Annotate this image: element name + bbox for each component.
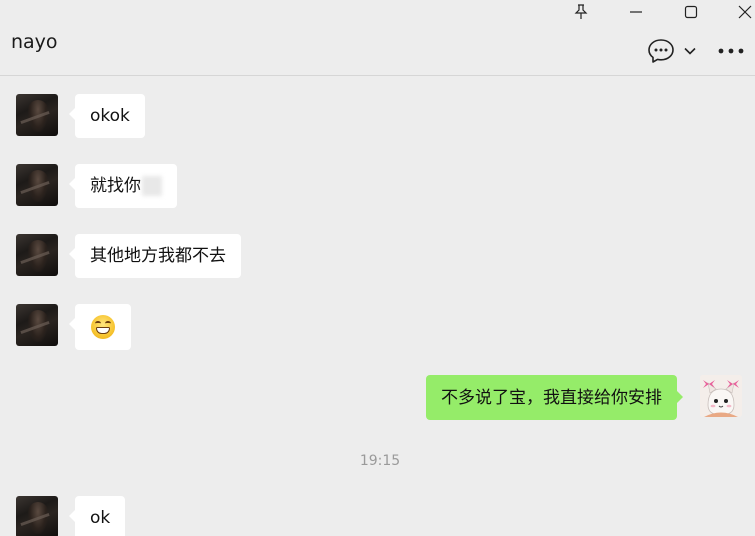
message-bubble[interactable]: 就找你 [69,164,177,208]
close-button[interactable] [734,0,755,24]
chat-dropdown-button[interactable] [680,37,700,65]
chat-info-button[interactable] [645,37,677,65]
contact-avatar[interactable] [16,234,58,276]
contact-avatar[interactable] [16,164,58,206]
chat-window: nayo okok 就找你 其他地方我都不去 不多说了宝，我直接给你安排 19:… [0,0,755,536]
pin-button[interactable] [570,0,592,24]
blurred-text [142,176,162,196]
message-bubble[interactable]: ok [68,496,126,536]
more-button[interactable] [716,37,746,65]
message-text: 不多说了宝，我直接给你安排 [441,387,662,408]
my-avatar[interactable] [700,375,742,417]
more-icon [718,48,744,54]
pin-icon [574,4,588,19]
chat-title: nayo [11,31,58,53]
maximize-button[interactable] [679,0,703,24]
message-text: 其他地方我都不去 [90,246,226,266]
message-bubble[interactable]: okok [69,94,145,138]
contact-avatar[interactable] [16,94,58,136]
maximize-icon [684,5,698,19]
outgoing-message-bubble[interactable]: 不多说了宝，我直接给你安排 [426,375,683,420]
close-icon [738,5,752,19]
chevron-down-icon [684,47,696,55]
message-text: okok [90,106,130,126]
cat-avatar-icon [700,375,742,417]
minimize-icon [630,11,642,13]
message-timestamp: 19:15 [359,453,401,469]
contact-avatar[interactable] [16,496,58,536]
chat-bubble-icon [648,39,674,63]
contact-avatar[interactable] [16,304,58,346]
minimize-button[interactable] [624,0,648,24]
message-bubble[interactable] [69,304,131,350]
message-text: ok [90,508,111,528]
message-bubble[interactable]: 其他地方我都不去 [69,234,241,278]
message-text: 就找你 [90,176,141,196]
title-bar: nayo [0,0,755,76]
grinning-face-emoji [91,315,115,339]
